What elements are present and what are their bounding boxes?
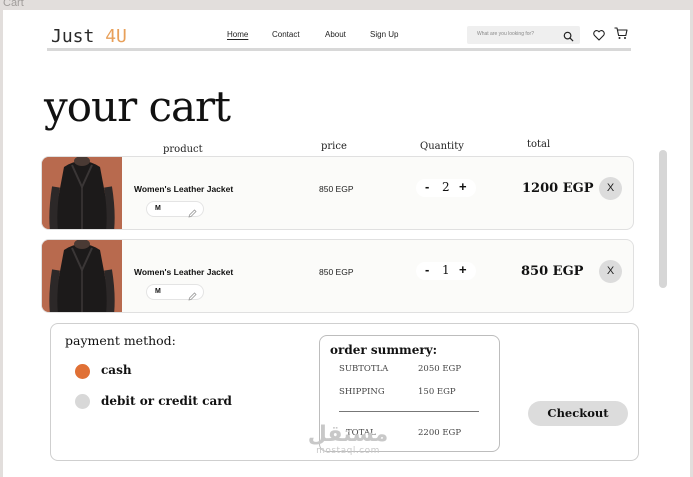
edit-pencil-icon[interactable] bbox=[188, 205, 197, 223]
product-image[interactable] bbox=[42, 157, 122, 229]
nav-home[interactable]: Home bbox=[227, 30, 248, 39]
remove-item-button[interactable]: X bbox=[599, 260, 622, 283]
item-total: 850 EGP bbox=[521, 264, 584, 279]
summary-divider bbox=[339, 411, 479, 412]
payment-option-card-label[interactable]: debit or credit card bbox=[101, 394, 232, 408]
watermark: مستقل mostaql.com bbox=[303, 424, 393, 457]
subtotal-value: 2050 EGP bbox=[418, 364, 462, 374]
scrollbar[interactable] bbox=[659, 150, 667, 288]
quantity-stepper: - 2 + bbox=[416, 179, 476, 197]
quantity-increase-button[interactable]: + bbox=[459, 262, 467, 277]
order-summary-title: order summery: bbox=[330, 343, 438, 357]
nav-contact[interactable]: Contact bbox=[272, 30, 300, 39]
column-header-price: price bbox=[321, 141, 347, 152]
subtotal-label: SUBTOTLA bbox=[339, 364, 389, 374]
search-input[interactable]: What are you looking for? bbox=[467, 26, 580, 44]
product-name[interactable]: Women's Leather Jacket bbox=[134, 267, 233, 277]
heart-icon[interactable] bbox=[593, 28, 605, 46]
item-total: 1200 EGP bbox=[522, 181, 594, 196]
cart-page: Just 4U Home Contact About Sign Up What … bbox=[3, 10, 690, 477]
quantity-decrease-button[interactable]: - bbox=[425, 262, 429, 277]
payment-option-cash-label[interactable]: cash bbox=[101, 363, 132, 377]
window-tab-bar: Cart bbox=[0, 0, 693, 10]
size-selector[interactable]: M bbox=[146, 201, 204, 218]
payment-method-title: payment method: bbox=[65, 333, 176, 348]
shipping-value: 150 EGP bbox=[418, 387, 456, 397]
logo-main-text: Just bbox=[51, 26, 106, 47]
logo-accent-text: 4U bbox=[105, 26, 127, 47]
header-divider bbox=[47, 48, 631, 51]
size-value: M bbox=[155, 205, 161, 212]
quantity-value: 2 bbox=[442, 180, 450, 194]
site-logo[interactable]: Just 4U bbox=[51, 26, 127, 47]
checkout-button[interactable]: Checkout bbox=[528, 401, 628, 426]
product-image[interactable] bbox=[42, 240, 122, 312]
window-tab-label: Cart bbox=[3, 0, 24, 9]
size-selector[interactable]: M bbox=[146, 284, 204, 301]
watermark-text: mostaql.com bbox=[316, 446, 380, 456]
page-title: your cart bbox=[44, 82, 231, 131]
product-name[interactable]: Women's Leather Jacket bbox=[134, 184, 233, 194]
column-header-total: total bbox=[527, 139, 551, 150]
edit-pencil-icon[interactable] bbox=[188, 288, 197, 306]
cart-item: Women's Leather Jacket M 850 EGP - 2 + 1… bbox=[41, 156, 634, 230]
product-price: 850 EGP bbox=[319, 267, 354, 277]
product-price: 850 EGP bbox=[319, 184, 354, 194]
cart-item: Women's Leather Jacket M 850 EGP - 1 + 8… bbox=[41, 239, 634, 313]
quantity-value: 1 bbox=[442, 263, 450, 277]
quantity-increase-button[interactable]: + bbox=[459, 179, 467, 194]
size-value: M bbox=[155, 288, 161, 295]
radio-card[interactable] bbox=[75, 394, 90, 409]
remove-item-button[interactable]: X bbox=[599, 177, 622, 200]
cart-icon[interactable] bbox=[614, 27, 628, 45]
nav-about[interactable]: About bbox=[325, 30, 346, 39]
quantity-stepper: - 1 + bbox=[416, 262, 476, 280]
search-icon[interactable] bbox=[563, 29, 574, 47]
shipping-label: SHIPPING bbox=[339, 387, 385, 397]
column-header-quantity: Quantity bbox=[420, 141, 464, 152]
search-placeholder: What are you looking for? bbox=[477, 31, 534, 37]
radio-cash[interactable] bbox=[75, 364, 90, 379]
column-header-product: product bbox=[163, 144, 203, 155]
nav-sign-up[interactable]: Sign Up bbox=[370, 30, 398, 39]
quantity-decrease-button[interactable]: - bbox=[425, 179, 429, 194]
watermark-logo: مستقل bbox=[307, 422, 389, 447]
total-value: 2200 EGP bbox=[418, 428, 462, 438]
